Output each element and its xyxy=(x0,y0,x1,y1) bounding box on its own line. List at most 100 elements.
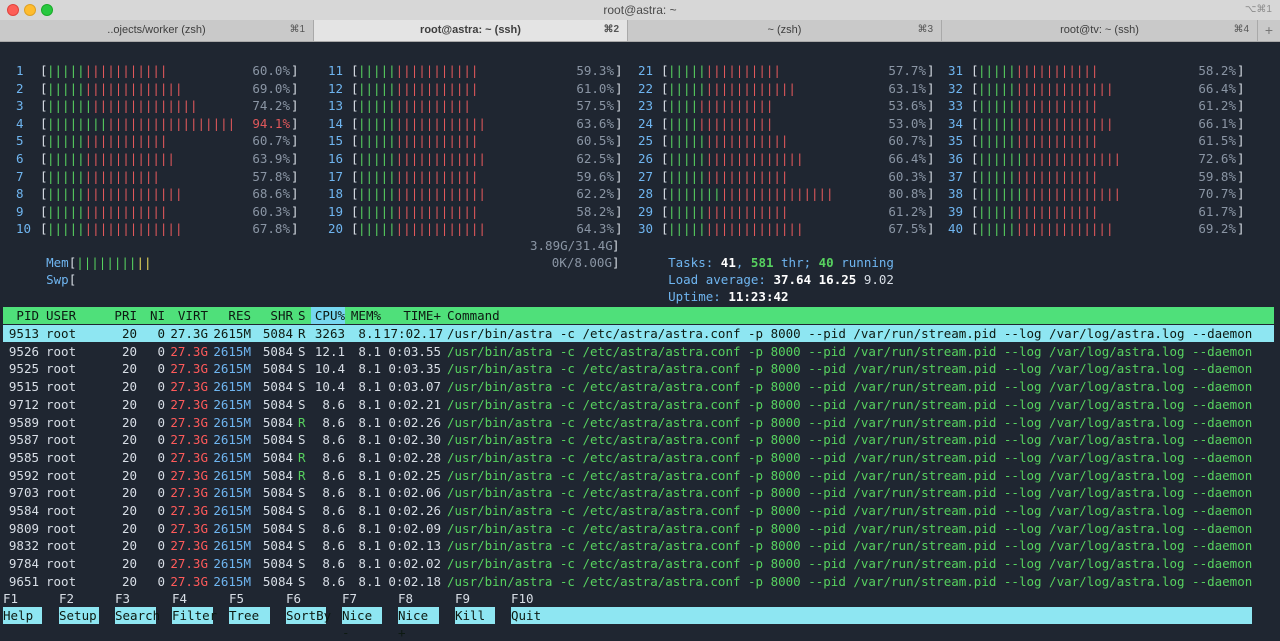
terminal[interactable]: 1[|||||||||||||||| 60.0%] 2[||||||||||||||… xyxy=(0,42,1280,640)
fkey-key: F6 xyxy=(286,591,302,606)
fkey-nice-button[interactable]: F8Nice + xyxy=(398,590,454,640)
tab-worker-zsh[interactable]: ..ojects/worker (zsh) ⌘1 xyxy=(0,20,314,41)
cell-s: S xyxy=(298,379,306,395)
fkey-label: Quit xyxy=(511,607,1253,624)
col-res[interactable]: RES xyxy=(213,307,251,324)
fkey-setup-button[interactable]: F2Setup xyxy=(59,590,114,624)
tab-astra-ssh[interactable]: root@astra: ~ (ssh) ⌘2 xyxy=(314,20,628,41)
cell-user: root xyxy=(46,503,77,518)
uptime-line: Uptime: 11:23:42 xyxy=(638,271,788,304)
table-row[interactable]: 9592 root 20 0 27.3G 2615M 5084 R 8.6 8.1 0:02.25 /… xyxy=(3,467,1274,484)
col-mem[interactable]: MEM% xyxy=(347,307,381,324)
cpu-percent: 61.5% xyxy=(1198,133,1236,149)
table-row[interactable]: 9809 root 20 0 27.3G 2615M 5084 S 8.6 8.1 0:02.09 /… xyxy=(3,520,1274,537)
cell-shr: 5084 xyxy=(262,503,293,518)
table-row-selected[interactable]: 9513 root 20 0 27.3G 2615M 5084 R 3263 8.1 17:02.1… xyxy=(3,325,1274,342)
fkey-filter-button[interactable]: F4Filter xyxy=(172,590,228,624)
table-row[interactable]: 9515 root 20 0 27.3G 2615M 5084 S 10.4 8.1 0:03.07… xyxy=(3,378,1274,395)
col-state[interactable]: S xyxy=(298,307,306,324)
table-row[interactable]: 9784 root 20 0 27.3G 2615M 5084 S 8.6 8.1 0:02.02 /… xyxy=(3,555,1274,572)
cell-ni: 0 xyxy=(157,449,165,465)
cell-s: S xyxy=(298,432,306,448)
tab-home-zsh[interactable]: ~ (zsh) ⌘3 xyxy=(628,20,942,41)
cpu-percent: 70.7% xyxy=(1198,186,1236,202)
fkey-label: Kill xyxy=(455,607,496,624)
cpu-number: 4 xyxy=(16,115,24,131)
fkey-label: Filter xyxy=(172,607,218,624)
table-row[interactable]: 9526 root 20 0 27.3G 2615M 5084 S 12.1 8.1 0:03.55… xyxy=(3,343,1274,360)
fkey-tree-button[interactable]: F5Tree xyxy=(229,590,285,624)
cell-pri: 20 xyxy=(121,449,137,465)
col-command[interactable]: Command xyxy=(447,307,500,324)
cell-virt: 27.3G xyxy=(170,449,208,465)
cell-res: 2615M xyxy=(213,361,251,377)
fkey-kill-button[interactable]: F9Kill xyxy=(455,590,510,624)
cell-user: root xyxy=(46,467,77,483)
cell-virt: 27.3G xyxy=(170,432,208,448)
cell-user: root xyxy=(46,432,77,448)
table-row[interactable]: 9712 root 20 0 27.3G 2615M 5084 S 8.6 8.1 0:02.21 /… xyxy=(3,396,1274,413)
cell-pri: 20 xyxy=(121,467,137,483)
cell-cmd: /usr/bin/astra -c /etc/astra/astra.conf … xyxy=(447,556,1253,572)
cell-virt: 27.3G xyxy=(170,379,208,395)
cell-virt: 27.3G xyxy=(170,538,208,554)
cpu-number: 17 xyxy=(328,168,344,184)
cell-pid: 9515 xyxy=(8,379,39,395)
cpu-usage-bar: |||||||||||||||| xyxy=(358,133,479,149)
cell-pid: 9513 xyxy=(8,326,39,341)
fkey-nice-button[interactable]: F7Nice - xyxy=(342,590,397,640)
table-row[interactable]: 9651 root 20 0 27.3G 2615M 5084 S 8.6 8.1 0:02.18 /… xyxy=(3,573,1274,590)
cell-mem: 8.1 xyxy=(358,414,381,430)
cpu-usage-bar: |||||||||||||||| xyxy=(358,168,479,184)
cell-user: root xyxy=(46,414,77,430)
col-user[interactable]: USER xyxy=(46,307,76,324)
cpu-percent: 69.2% xyxy=(1198,221,1236,237)
col-ni[interactable]: NI xyxy=(143,307,165,324)
col-virt[interactable]: VIRT xyxy=(168,307,208,324)
cpu-percent: 94.1% xyxy=(252,115,290,131)
cell-cmd: /usr/bin/astra -c /etc/astra/astra.conf … xyxy=(447,432,1253,448)
table-row[interactable]: 9587 root 20 0 27.3G 2615M 5084 S 8.6 8.1 0:02.30 /… xyxy=(3,431,1274,448)
cell-shr: 5084 xyxy=(262,396,293,412)
cpu-number: 11 xyxy=(328,63,344,78)
function-key-bar: F1Help F2Setup F3Search F4Filter F5Tree F6Sor… xyxy=(0,590,1280,640)
cell-s: S xyxy=(298,573,306,589)
fkey-key: F9 xyxy=(455,591,471,606)
cell-time: 17:02.17 xyxy=(383,326,444,341)
fkey-help-button[interactable]: F1Help xyxy=(3,590,57,624)
cell-virt: 27.3G xyxy=(170,503,208,518)
fkey-key: F3 xyxy=(115,591,131,606)
col-pid[interactable]: PID xyxy=(3,307,39,324)
cell-time: 0:02.21 xyxy=(388,396,441,412)
cpu-number: 38 xyxy=(948,186,964,202)
fkey-search-button[interactable]: F3Search xyxy=(115,590,171,624)
cell-time: 0:02.13 xyxy=(388,538,441,554)
col-cpu[interactable]: CPU% xyxy=(311,307,345,324)
cpu-percent: 72.6% xyxy=(1198,151,1236,166)
add-tab-button[interactable]: + xyxy=(1258,20,1280,41)
col-pri[interactable]: PRI xyxy=(103,307,137,324)
cpu-usage-bar: |||||||||||||||| xyxy=(358,63,479,78)
col-shr[interactable]: SHR xyxy=(255,307,293,324)
fkey-sortby-button[interactable]: F6SortBy xyxy=(286,590,341,624)
table-row[interactable]: 9832 root 20 0 27.3G 2615M 5084 S 8.6 8.1 0:02.13 /… xyxy=(3,537,1274,554)
tab-label: ..ojects/worker (zsh) xyxy=(107,24,206,36)
cpu-number: 13 xyxy=(328,98,344,114)
window-shortcut: ⌥⌘1 xyxy=(1244,4,1272,15)
col-time[interactable]: TIME+ xyxy=(383,307,441,324)
cell-virt: 27.3G xyxy=(170,556,208,572)
table-row[interactable]: 9703 root 20 0 27.3G 2615M 5084 S 8.6 8.1 0:02.06 /… xyxy=(3,484,1274,501)
load-average-line: Load average: 37.64 16.25 9.02 xyxy=(638,254,894,287)
table-row[interactable]: 9585 root 20 0 27.3G 2615M 5084 R 8.6 8.1 0:02.28 /… xyxy=(3,449,1274,466)
tab-shortcut: ⌘2 xyxy=(603,24,619,35)
cell-virt: 27.3G xyxy=(170,573,208,589)
tab-tv-ssh[interactable]: root@tv: ~ (ssh) ⌘4 xyxy=(942,20,1258,41)
cell-res: 2615M xyxy=(213,538,251,554)
table-row[interactable]: 9589 root 20 0 27.3G 2615M 5084 R 8.6 8.1 0:02.26 /… xyxy=(3,414,1274,431)
table-row[interactable]: 9525 root 20 0 27.3G 2615M 5084 S 10.4 8.1 0:03.35… xyxy=(3,360,1274,377)
cell-pid: 9592 xyxy=(8,467,39,483)
cell-pid: 9703 xyxy=(8,485,39,501)
table-row[interactable]: 9584 root 20 0 27.3G 2615M 5084 S 8.6 8.1 0:02.26 /… xyxy=(3,502,1274,519)
cell-virt: 27.3G xyxy=(170,467,208,483)
fkey-quit-button[interactable]: F10Quit xyxy=(511,590,1274,624)
